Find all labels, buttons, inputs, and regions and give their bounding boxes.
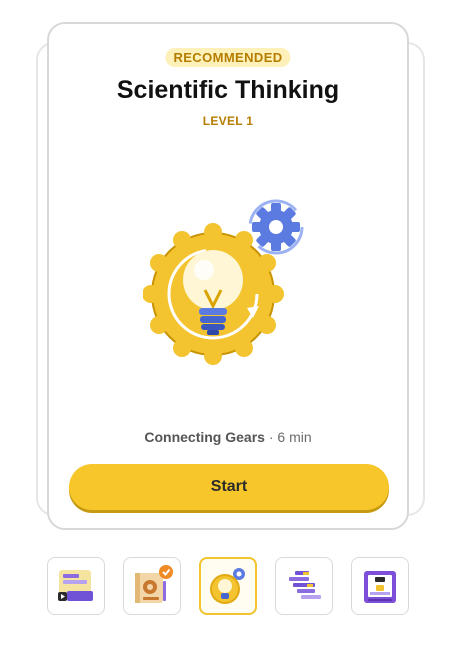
recommended-badge: RECOMMENDED <box>165 48 291 67</box>
start-button[interactable]: Start <box>69 464 389 510</box>
blocks-chart-icon <box>289 571 321 599</box>
thumbnail-4[interactable] <box>275 557 333 615</box>
lightbulb-gear-icon <box>210 568 245 604</box>
level-label: LEVEL 1 <box>202 114 254 128</box>
lesson-name: Connecting Gears <box>144 429 265 445</box>
course-title: Scientific Thinking <box>116 76 340 104</box>
notebook-completed-icon <box>135 565 173 603</box>
lesson-separator: · <box>264 429 278 445</box>
video-slides-icon <box>58 570 93 601</box>
thumbnail-1[interactable] <box>47 557 105 615</box>
3d-printer-icon <box>364 571 396 603</box>
lesson-duration: 6 min <box>277 429 312 445</box>
lightbulb-gear-icon <box>143 199 304 365</box>
thumbnail-3[interactable] <box>199 557 257 615</box>
lesson-info: Connecting Gears · 6 min <box>49 429 407 445</box>
thumbnail-5[interactable] <box>351 557 409 615</box>
lesson-card: RECOMMENDED Scientific Thinking LEVEL 1 <box>47 22 409 530</box>
thumbnail-2[interactable] <box>123 557 181 615</box>
